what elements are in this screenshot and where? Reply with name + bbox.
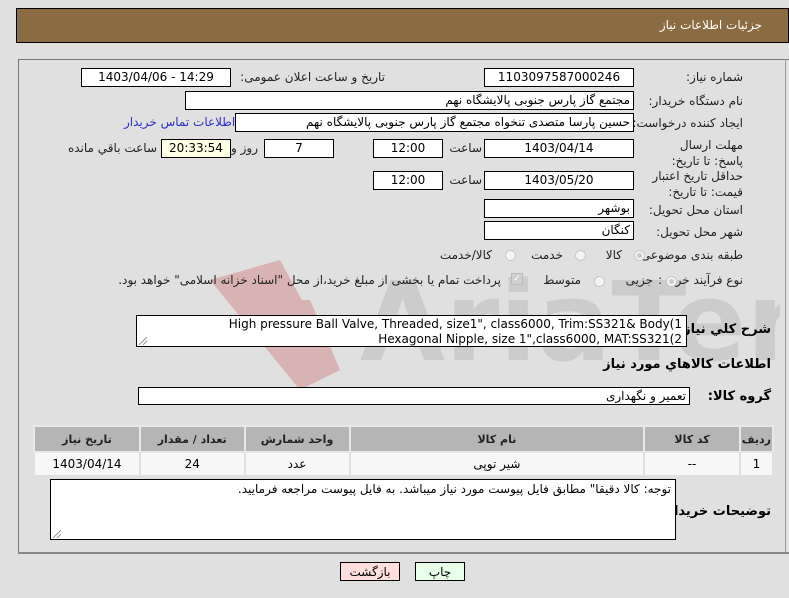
purchase-type-option-minor: جزیی xyxy=(625,273,653,287)
col-quantity: تعداد / مقدار xyxy=(138,425,246,453)
cell-need-date: 1403/04/14 xyxy=(33,451,141,477)
description-line-2: Hexagonal Nipple, size 1",class6000, MAT… xyxy=(378,332,682,346)
announce-label: تاریخ و ساعت اعلان عمومی: xyxy=(240,70,385,84)
category-label: طبقه بندی موضوعی: xyxy=(636,248,743,262)
deadline-date-field: 1403/04/14 xyxy=(484,139,634,158)
cell-quantity: 24 xyxy=(138,451,246,477)
divider xyxy=(18,552,789,554)
category-radio-goods[interactable] xyxy=(634,250,645,261)
category-option-service: خدمت xyxy=(531,248,563,262)
buyer-contact-link[interactable]: اطلاعات تماس خریدار xyxy=(124,115,235,129)
table-row: 1 -- شیر توپی عدد 24 1403/04/14 xyxy=(33,451,775,477)
buyer-notes-textarea[interactable]: توجه: کالا دقیقا" مطابق فایل پیوست مورد … xyxy=(50,479,676,540)
price-validity-date-field: 1403/05/20 xyxy=(484,171,634,190)
deadline-time-field: 12:00 xyxy=(373,139,443,158)
goods-table-header: ردیف کد کالا نام کالا واحد شمارش تعداد /… xyxy=(33,425,775,453)
announce-datetime-field: 1403/04/06 - 14:29 xyxy=(81,68,231,87)
category-radio-service[interactable] xyxy=(575,250,586,261)
category-option-goods-service: کالا/خدمت xyxy=(439,248,492,262)
buyer-org-label: نام دستگاه خریدار: xyxy=(648,94,744,108)
requester-field: حسین پارسا متصدی تنخواه مجتمع گاز پارس ج… xyxy=(235,113,634,132)
buyer-notes-text: توجه: کالا دقیقا" مطابق فایل پیوست مورد … xyxy=(237,482,671,496)
need-number-field: 1103097587000246 xyxy=(484,68,634,87)
category-option-goods: کالا xyxy=(605,248,622,262)
city-label: شهر محل تحویل: xyxy=(656,225,743,239)
print-button[interactable]: چاپ xyxy=(415,562,465,581)
time-remaining-field: 20:33:54 xyxy=(161,139,231,158)
panel-border xyxy=(785,59,786,552)
col-goods-code: کد کالا xyxy=(643,425,741,453)
buyer-org-field: مجتمع گاز پارس جنوبی پالایشگاه نهم xyxy=(185,91,634,110)
province-label: استان محل تحویل: xyxy=(648,203,743,217)
time-remaining-label: ساعت باقي مانده xyxy=(67,141,157,155)
days-and-label: روز و xyxy=(231,141,258,155)
col-need-date: تاریخ نیاز xyxy=(33,425,141,453)
purchase-type-option-medium: متوسط xyxy=(543,273,581,287)
resize-grip-icon[interactable] xyxy=(139,337,147,345)
purchase-type-radio-minor[interactable] xyxy=(666,276,677,287)
cell-unit: عدد xyxy=(243,451,351,477)
need-number-label: شماره نیاز: xyxy=(686,70,743,84)
col-goods-name: نام کالا xyxy=(348,425,646,453)
cell-goods-name: شیر توپی xyxy=(348,451,646,477)
category-radio-goods-service[interactable] xyxy=(505,250,516,261)
page-title: جزئیات اطلاعات نیاز xyxy=(659,18,762,32)
deadline-time-label: ساعت xyxy=(449,141,482,155)
cell-row-number: 1 xyxy=(738,451,775,477)
goods-table: ردیف کد کالا نام کالا واحد شمارش تعداد /… xyxy=(33,425,775,477)
goods-section-title: اطلاعات کالاهاي مورد نياز xyxy=(603,357,771,372)
description-label: شرح کلي نياز: xyxy=(677,322,771,337)
price-validity-time-field: 12:00 xyxy=(373,171,443,190)
requester-label: ایجاد کننده درخواست: xyxy=(632,116,743,130)
treasury-note: پرداخت تمام یا بخشی از مبلغ خرید،از محل … xyxy=(118,273,501,287)
cell-goods-code: -- xyxy=(643,451,741,477)
days-remaining-field: 7 xyxy=(264,139,334,158)
price-validity-label: حداقل تاریخ اعتبار قیمت: تا تاریخ: xyxy=(652,169,743,199)
page-header: جزئیات اطلاعات نیاز xyxy=(16,8,789,43)
purchase-type-radio-medium[interactable] xyxy=(594,276,605,287)
resize-grip-icon[interactable] xyxy=(53,530,61,538)
col-unit: واحد شمارش xyxy=(243,425,351,453)
buyer-notes-label: توضیحات خریدار: xyxy=(661,504,771,519)
price-validity-time-label: ساعت xyxy=(449,173,482,187)
description-textarea[interactable]: High pressure Ball Valve, Threaded, size… xyxy=(136,315,687,347)
province-field: بوشهر xyxy=(484,199,634,218)
col-row-number: ردیف xyxy=(738,425,775,453)
back-button[interactable]: بازگشت xyxy=(340,562,400,581)
city-field: کنگان xyxy=(484,221,634,240)
treasury-checkbox[interactable]: ✓ xyxy=(511,273,523,285)
goods-group-label: گروه کالا: xyxy=(707,389,771,404)
deadline-label: مهلت ارسال پاسخ: تا تاریخ: xyxy=(671,138,743,168)
goods-group-field: تعمیر و نگهداری xyxy=(138,387,690,405)
description-line-1: High pressure Ball Valve, Threaded, size… xyxy=(228,317,682,331)
